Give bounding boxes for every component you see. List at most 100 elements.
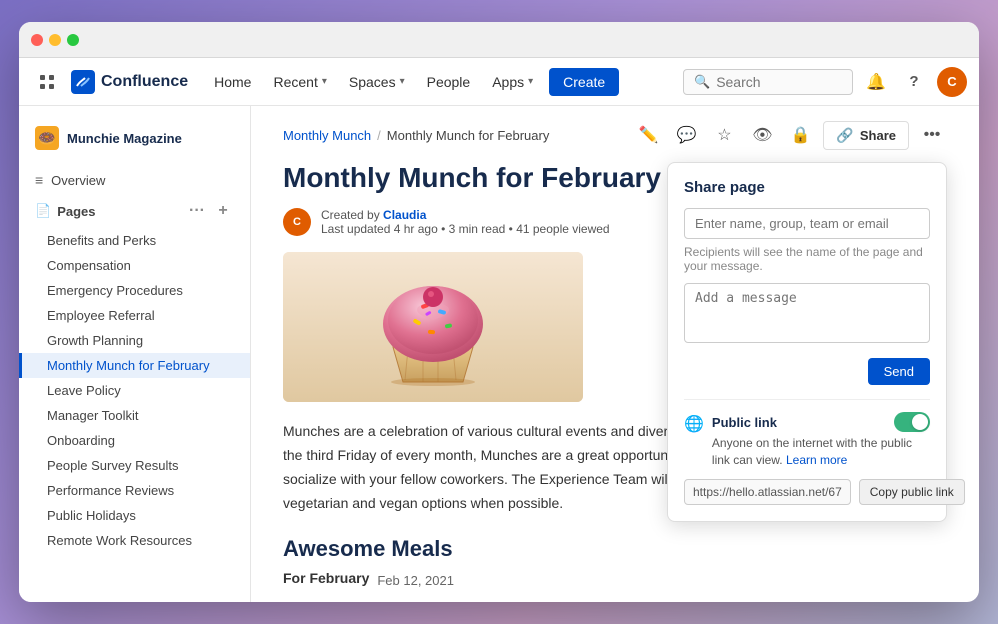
breadcrumb-current: Monthly Munch for February [387, 128, 550, 143]
sidebar-page-remote[interactable]: Remote Work Resources [19, 528, 250, 553]
sidebar-page-monthly-munch[interactable]: Monthly Munch for February [19, 353, 250, 378]
logo-text: Confluence [101, 73, 188, 91]
app-window: Confluence Home Recent ▾ Spaces ▾ People [19, 22, 979, 602]
confluence-logo[interactable]: Confluence [63, 70, 196, 94]
sidebar-page-performance[interactable]: Performance Reviews [19, 478, 250, 503]
minimize-button[interactable] [49, 34, 61, 46]
public-link-toggle[interactable] [894, 412, 930, 432]
pages-section-actions: ··· + [186, 200, 234, 222]
share-icon: 🔗 [836, 127, 853, 144]
more-options-icon[interactable]: ••• [917, 120, 947, 150]
nav-links: Home Recent ▾ Spaces ▾ People Apps ▾ Cre… [204, 68, 683, 96]
edit-icon[interactable]: ✏️ [633, 120, 663, 150]
sidebar-page-leave[interactable]: Leave Policy [19, 378, 250, 403]
pages-icon: 📄 [35, 203, 51, 219]
sidebar-overview[interactable]: ≡ Overview [19, 166, 250, 194]
sidebar-pages-list: Benefits and Perks Compensation Emergenc… [19, 228, 250, 553]
nav-home[interactable]: Home [204, 68, 261, 96]
spaces-chevron-icon: ▾ [400, 76, 405, 87]
nav-apps[interactable]: Apps ▾ [482, 68, 543, 96]
nav-spaces[interactable]: Spaces ▾ [339, 68, 415, 96]
apps-chevron-icon: ▾ [528, 76, 533, 87]
breadcrumb-path: Monthly Munch / Monthly Munch for Februa… [283, 128, 549, 143]
sidebar-page-onboarding[interactable]: Onboarding [19, 428, 250, 453]
share-panel: Share page Recipients will see the name … [667, 162, 947, 522]
author-avatar: C [283, 208, 311, 236]
globe-icon: 🌐 [684, 414, 704, 434]
maximize-button[interactable] [67, 34, 79, 46]
sidebar-pages-section[interactable]: 📄 Pages ··· + [19, 194, 250, 228]
sidebar-page-emergency[interactable]: Emergency Procedures [19, 278, 250, 303]
section-title: Awesome Meals [283, 536, 947, 562]
user-avatar[interactable]: C [937, 67, 967, 97]
copy-link-row: https://hello.atlassian.net/67 Copy publ… [684, 479, 930, 505]
sidebar-page-holidays[interactable]: Public Holidays [19, 503, 250, 528]
create-button[interactable]: Create [549, 68, 619, 96]
main-content: Monthly Munch / Monthly Munch for Februa… [251, 106, 979, 602]
share-button[interactable]: 🔗 Share [823, 121, 909, 150]
share-send-row: Send [684, 358, 930, 385]
share-hint: Recipients will see the name of the page… [684, 245, 930, 273]
sidebar-page-compensation[interactable]: Compensation [19, 253, 250, 278]
titlebar [19, 22, 979, 58]
content-area: 🍩 Munchie Magazine ≡ Overview 📄 Pages ··… [19, 106, 979, 602]
share-btn-label: Share [860, 128, 896, 143]
section-date: Feb 12, 2021 [377, 573, 454, 588]
page-meta: Last updated 4 hr ago • 3 min read • 41 … [321, 222, 610, 236]
top-navigation: Confluence Home Recent ▾ Spaces ▾ People [19, 58, 979, 106]
send-button[interactable]: Send [868, 358, 930, 385]
author-label: Created by [321, 208, 380, 222]
page-hero-image [283, 252, 583, 402]
space-icon: 🍩 [35, 126, 59, 150]
restrict-icon[interactable]: 🔒 [785, 120, 815, 150]
section-body: Crispy Stuffed Lotus Root with Pork, Egg… [283, 598, 947, 602]
page-actions: ✏️ 💬 ☆ 👁 🔒 🔗 Share ••• [633, 120, 947, 150]
author-info: Created by Claudia Last updated 4 hr ago… [321, 208, 610, 236]
pages-more-icon[interactable]: ··· [186, 200, 208, 222]
public-link-title: Public link [712, 412, 930, 432]
sidebar-page-growth[interactable]: Growth Planning [19, 328, 250, 353]
star-icon[interactable]: ☆ [709, 120, 739, 150]
space-header[interactable]: 🍩 Munchie Magazine [19, 118, 250, 158]
nav-people[interactable]: People [417, 68, 481, 96]
sidebar-page-employee-referral[interactable]: Employee Referral [19, 303, 250, 328]
help-button[interactable]: ? [899, 67, 929, 97]
comment-icon[interactable]: 💬 [671, 120, 701, 150]
watch-icon[interactable]: 👁 [747, 120, 777, 150]
nav-right: 🔍 🔔 ? C [683, 67, 967, 97]
share-divider [684, 399, 930, 400]
learn-more-link[interactable]: Learn more [786, 453, 847, 467]
grid-icon[interactable] [31, 74, 63, 90]
public-link-row: 🌐 Public link Anyone on the internet wit… [684, 412, 930, 469]
section-subtitle: For February [283, 570, 369, 586]
traffic-lights [31, 34, 79, 46]
notifications-button[interactable]: 🔔 [861, 67, 891, 97]
link-url-display: https://hello.atlassian.net/67 [684, 479, 851, 505]
copy-link-button[interactable]: Copy public link [859, 479, 965, 505]
breadcrumb-separator: / [377, 128, 381, 143]
nav-recent[interactable]: Recent ▾ [263, 68, 336, 96]
share-email-input[interactable] [684, 208, 930, 239]
public-link-info: Public link Anyone on the internet with … [712, 412, 930, 469]
share-message-input[interactable] [684, 283, 930, 343]
space-name: Munchie Magazine [67, 131, 182, 146]
search-input[interactable] [716, 74, 842, 90]
sidebar-page-people-survey[interactable]: People Survey Results [19, 453, 250, 478]
search-box[interactable]: 🔍 [683, 69, 853, 95]
breadcrumb: Monthly Munch / Monthly Munch for Februa… [283, 106, 947, 160]
search-icon: 🔍 [694, 74, 710, 90]
sidebar: 🍩 Munchie Magazine ≡ Overview 📄 Pages ··… [19, 106, 251, 602]
public-link-desc: Anyone on the internet with the public l… [712, 435, 930, 469]
breadcrumb-space-link[interactable]: Monthly Munch [283, 128, 371, 143]
pages-add-icon[interactable]: + [212, 200, 234, 222]
sidebar-page-benefits[interactable]: Benefits and Perks [19, 228, 250, 253]
sidebar-page-manager[interactable]: Manager Toolkit [19, 403, 250, 428]
toggle-knob [912, 414, 928, 430]
close-button[interactable] [31, 34, 43, 46]
recent-chevron-icon: ▾ [322, 76, 327, 87]
author-name[interactable]: Claudia [383, 208, 426, 222]
share-panel-title: Share page [684, 179, 930, 196]
cupcake-illustration [283, 252, 583, 402]
logo-icon [71, 70, 95, 94]
overview-icon: ≡ [35, 172, 43, 188]
